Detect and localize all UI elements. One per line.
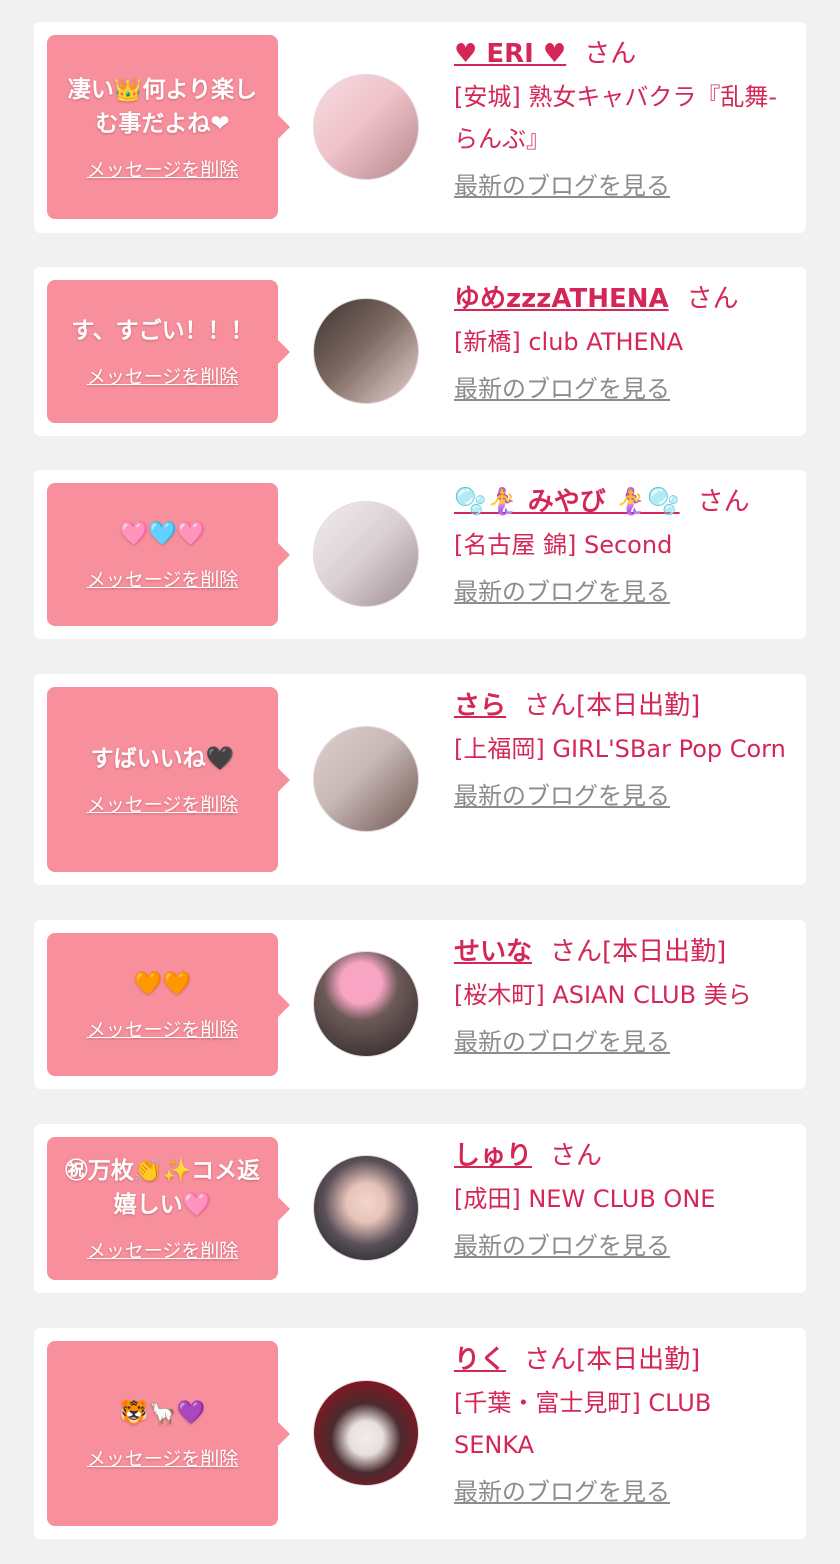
message-bubble: ㊗万枚👏✨コメ返嬉しい🩷 メッセージを削除 — [47, 1137, 290, 1280]
honorific-text: さん[本日出勤] — [524, 691, 701, 721]
honorific-text: さん — [550, 1141, 603, 1171]
shop-text: [千葉・富士見町] CLUB SENKA — [454, 1389, 712, 1459]
avatar[interactable] — [313, 501, 419, 607]
honorific-text: さん[本日出勤] — [550, 937, 727, 967]
message-bubble: すばいいね🖤 メッセージを削除 — [47, 687, 290, 872]
avatar[interactable] — [313, 951, 419, 1057]
message-text: ㊗万枚👏✨コメ返嬉しい🩷 — [64, 1158, 261, 1218]
message-text: 🧡🧡 — [133, 971, 192, 997]
cast-name-link[interactable]: ゆめzzzATHENA — [454, 284, 669, 314]
delete-message-link[interactable]: メッセージを削除 — [87, 790, 239, 817]
message-bubble: 凄い👑何より楽しむ事だよね❤ メッセージを削除 — [47, 35, 290, 219]
message-text: 凄い👑何より楽しむ事だよね❤ — [67, 76, 258, 137]
avatar[interactable] — [313, 1380, 419, 1486]
cast-name-link[interactable]: しゅり — [454, 1141, 532, 1171]
shop-text: [新橋] club ATHENA — [454, 328, 684, 356]
avatar[interactable] — [313, 1155, 419, 1261]
message-bubble: 🐯🦙💜 メッセージを削除 — [47, 1341, 290, 1526]
latest-blog-link[interactable]: 最新のブログを見る — [454, 373, 670, 405]
latest-blog-link[interactable]: 最新のブログを見る — [454, 780, 670, 812]
cast-name-link[interactable]: 🫧🧜‍♀️ みやび 🧜‍♀️🫧 — [454, 487, 680, 517]
message-bubble: 🩷🩵🩷 メッセージを削除 — [47, 483, 290, 626]
delete-message-link[interactable]: メッセージを削除 — [87, 1015, 239, 1042]
message-bubble: 🧡🧡 メッセージを削除 — [47, 933, 290, 1076]
list-item: 🐯🦙💜 メッセージを削除 りく さん[本日出勤] [千葉・富士見町] CLUB S… — [34, 1328, 806, 1539]
shop-text: [上福岡] GIRL'SBar Pop Corn — [454, 735, 786, 763]
shop-text: [成田] NEW CLUB ONE — [454, 1185, 716, 1213]
cast-name-link[interactable]: りく — [454, 1345, 506, 1375]
list-item: す、すごい！！！ メッセージを削除 ゆめzzzATHENA さん [新橋] clu… — [34, 267, 806, 436]
honorific-text: さん — [686, 284, 739, 314]
list-item: すばいいね🖤 メッセージを削除 さら さん[本日出勤] [上福岡] GIRL'SB… — [34, 674, 806, 885]
honorific-text: さん — [697, 487, 750, 517]
list-item: 凄い👑何より楽しむ事だよね❤ メッセージを削除 ♥ ERI ♥ さん [安城] 熟… — [34, 22, 806, 233]
delete-message-link[interactable]: メッセージを削除 — [87, 155, 239, 182]
avatar[interactable] — [313, 74, 419, 180]
message-text: すばいいね🖤 — [90, 746, 235, 772]
delete-message-link[interactable]: メッセージを削除 — [87, 1236, 239, 1263]
latest-blog-link[interactable]: 最新のブログを見る — [454, 170, 670, 202]
message-list: 凄い👑何より楽しむ事だよね❤ メッセージを削除 ♥ ERI ♥ さん [安城] 熟… — [0, 0, 840, 1564]
avatar[interactable] — [313, 726, 419, 832]
delete-message-link[interactable]: メッセージを削除 — [87, 565, 239, 592]
latest-blog-link[interactable]: 最新のブログを見る — [454, 576, 670, 608]
cast-name-link[interactable]: せいな — [454, 937, 532, 967]
cast-name-link[interactable]: さら — [454, 691, 506, 721]
list-item: 🩷🩵🩷 メッセージを削除 🫧🧜‍♀️ みやび 🧜‍♀️🫧 さん [名古屋 錦] S… — [34, 470, 806, 639]
message-text: す、すごい！！！ — [71, 318, 254, 344]
message-bubble: す、すごい！！！ メッセージを削除 — [47, 280, 290, 423]
latest-blog-link[interactable]: 最新のブログを見る — [454, 1230, 670, 1262]
honorific-text: さん — [584, 39, 637, 69]
shop-text: [安城] 熟女キャバクラ『乱舞-らんぶ』 — [454, 83, 778, 153]
list-item: ㊗万枚👏✨コメ返嬉しい🩷 メッセージを削除 しゅり さん [成田] NEW CLU… — [34, 1124, 806, 1293]
avatar[interactable] — [313, 298, 419, 404]
shop-text: [桜木町] ASIAN CLUB 美ら — [454, 981, 752, 1009]
latest-blog-link[interactable]: 最新のブログを見る — [454, 1476, 670, 1508]
delete-message-link[interactable]: メッセージを削除 — [87, 362, 239, 389]
list-item: 🧡🧡 メッセージを削除 せいな さん[本日出勤] [桜木町] ASIAN CLUB… — [34, 920, 806, 1089]
shop-text: [名古屋 錦] Second — [454, 531, 673, 559]
honorific-text: さん[本日出勤] — [524, 1345, 701, 1375]
delete-message-link[interactable]: メッセージを削除 — [87, 1444, 239, 1471]
latest-blog-link[interactable]: 最新のブログを見る — [454, 1026, 670, 1058]
message-text: 🩷🩵🩷 — [119, 521, 206, 547]
message-text: 🐯🦙💜 — [119, 1400, 206, 1426]
cast-name-link[interactable]: ♥ ERI ♥ — [454, 39, 566, 69]
